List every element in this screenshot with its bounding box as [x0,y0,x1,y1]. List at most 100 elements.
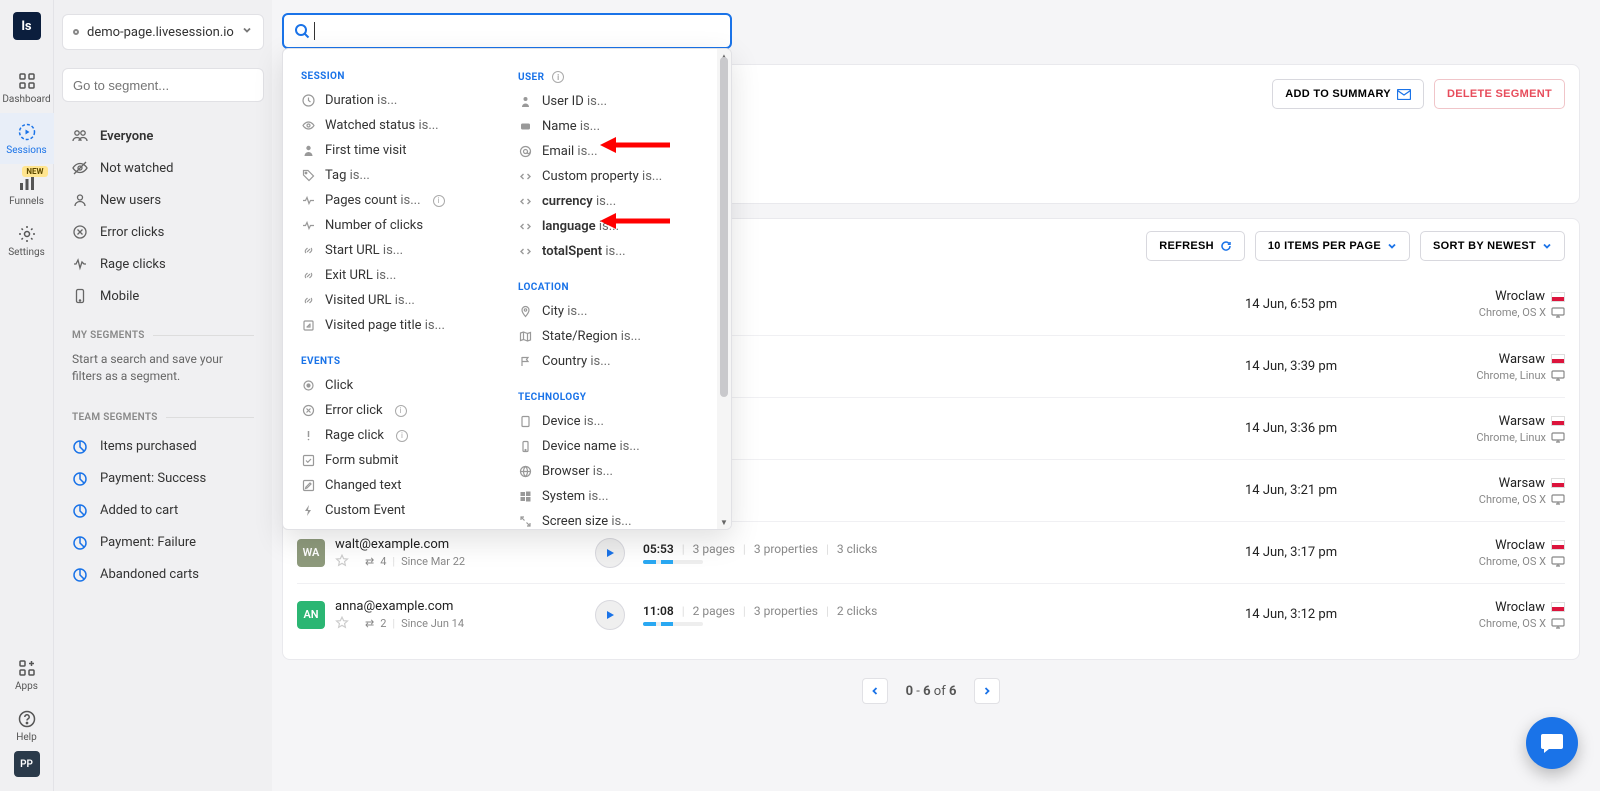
filter-option[interactable]: Pages count is...i [293,188,490,213]
filter-option[interactable]: Device is... [510,409,707,434]
chevron-right-icon [982,686,992,696]
scrollbar-thumb[interactable] [720,57,728,397]
filter-option[interactable]: Start URL is... [293,238,490,263]
filter-option[interactable]: Error clicki [293,398,490,423]
refresh-button[interactable]: REFRESH [1146,231,1245,261]
chevron-down-icon [1542,241,1552,251]
play-button[interactable] [595,538,625,568]
error-clicks-icon [72,224,88,240]
logo[interactable]: ls [13,12,41,40]
filter-option[interactable]: User ID is... [510,89,707,114]
filter-option[interactable]: System is... [510,484,707,509]
session-row[interactable]: ANanna@example.com⇄2|Since Jun 1411:08|2… [297,583,1565,645]
filter-option[interactable]: Country is... [510,349,707,374]
flag-pl-icon [1551,354,1565,364]
sidebar-filter-label: Rage clicks [100,257,166,272]
row-duration: 11:08 [643,604,674,618]
rail-settings[interactable]: Settings [0,215,54,266]
filter-option[interactable]: Number of clicks [293,213,490,238]
filter-option-icon [518,355,532,369]
filter-option-icon [518,170,532,184]
filter-option-icon [518,120,532,134]
filter-option[interactable]: Changed text [293,473,490,498]
sidebar-segment-payment-failure[interactable]: Payment: Failure [62,527,264,559]
filter-option[interactable]: Watched status is... [293,113,490,138]
items-per-page-button[interactable]: 10 ITEMS PER PAGE [1255,231,1410,261]
filter-option[interactable]: Custom property is... [510,164,707,189]
search-input[interactable] [323,24,720,39]
filter-option[interactable]: Screen size is... [510,509,707,529]
filter-option[interactable]: Form submit [293,448,490,473]
dropdown-scrollbar[interactable]: ▲ ▼ [717,49,731,529]
rail-help[interactable]: Help [0,700,54,751]
sidebar-filter-everyone[interactable]: Everyone [62,120,264,152]
filter-option[interactable]: Custom Event [293,498,490,523]
filter-option[interactable]: Tag is... [293,163,490,188]
delete-segment-button[interactable]: DELETE SEGMENT [1434,79,1565,109]
filter-option[interactable]: Visited page title is... [293,313,490,338]
dd-user-heading: USERi [510,63,707,89]
rail-sessions[interactable]: Sessions [0,113,54,164]
scroll-down-icon[interactable]: ▼ [719,517,729,527]
filter-option[interactable]: totalSpent is... [510,239,707,264]
filter-option[interactable]: Visited URL is... [293,288,490,313]
filter-option[interactable]: First time visit [293,138,490,163]
sidebar-segment-added-to-cart[interactable]: Added to cart [62,495,264,527]
pie-chart-icon [72,439,88,455]
filter-option-icon [518,440,532,454]
flag-pl-icon [1551,478,1565,488]
row-tech: Chrome, Linux [1385,369,1565,382]
intercom-launcher[interactable] [1526,717,1578,769]
sidebar-filter-new-users[interactable]: New users [62,184,264,216]
filter-option-icon [301,119,315,133]
team-segments-heading: TEAM SEGMENTS [62,394,264,431]
sidebar-segment-abandoned-carts[interactable]: Abandoned carts [62,559,264,591]
filter-option-icon [301,379,315,393]
search-box[interactable] [282,13,732,49]
rail-funnels[interactable]: NEW Funnels [0,164,54,215]
filter-option-icon [301,319,315,333]
filter-option[interactable]: Device name is... [510,434,707,459]
sidebar-filter-not-watched[interactable]: Not watched [62,152,264,184]
row-timestamp: 14 Jun, 3:39 pm [1245,359,1385,374]
sort-button[interactable]: SORT BY NEWEST [1420,231,1565,261]
filter-option[interactable]: State/Region is... [510,324,707,349]
rail-apps[interactable]: Apps [0,649,54,700]
star-icon[interactable] [335,554,349,568]
filter-option[interactable]: Duration is... [293,88,490,113]
filter-option[interactable]: Rage clicki [293,423,490,448]
filter-option-icon [518,330,532,344]
site-selector[interactable]: demo-page.livesession.io [62,14,264,50]
filter-option-icon [518,195,532,209]
info-icon[interactable]: i [396,430,408,442]
sidebar-filter-mobile[interactable]: Mobile [62,280,264,312]
info-icon[interactable]: i [395,405,407,417]
filter-option[interactable]: Event is Added to cart [293,523,490,529]
user-avatar[interactable]: PP [14,751,40,777]
play-button[interactable] [595,600,625,630]
monitor-icon [1551,494,1565,505]
info-icon[interactable]: i [552,71,564,83]
sidebar-segment-items-purchased[interactable]: Items purchased [62,431,264,463]
row-user-info: anna@example.com⇄2|Since Jun 14 [335,599,565,630]
rail-dashboard[interactable]: Dashboard [0,62,54,113]
pager-next-button[interactable] [974,678,1000,704]
segment-search-input[interactable] [62,68,264,102]
add-to-summary-button[interactable]: ADD TO SUMMARY [1272,79,1424,109]
sidebar-filter-error-clicks[interactable]: Error clicks [62,216,264,248]
return-icon: ⇄ [365,617,374,630]
row-email: anna@example.com [335,599,565,614]
info-icon[interactable]: i [433,195,445,207]
filter-option-icon [301,294,315,308]
rail-label: Sessions [6,145,46,156]
filter-option[interactable]: Browser is... [510,459,707,484]
filter-option[interactable]: Click [293,373,490,398]
session-row[interactable]: WAwalt@example.com⇄4|Since Mar 2205:53|3… [297,521,1565,583]
filter-option[interactable]: City is... [510,299,707,324]
star-icon[interactable] [335,616,349,630]
sidebar-filter-rage-clicks[interactable]: Rage clicks [62,248,264,280]
sidebar-segment-label: Payment: Failure [100,535,196,550]
pager-prev-button[interactable] [862,678,888,704]
filter-option[interactable]: Exit URL is... [293,263,490,288]
sidebar-segment-payment-success[interactable]: Payment: Success [62,463,264,495]
